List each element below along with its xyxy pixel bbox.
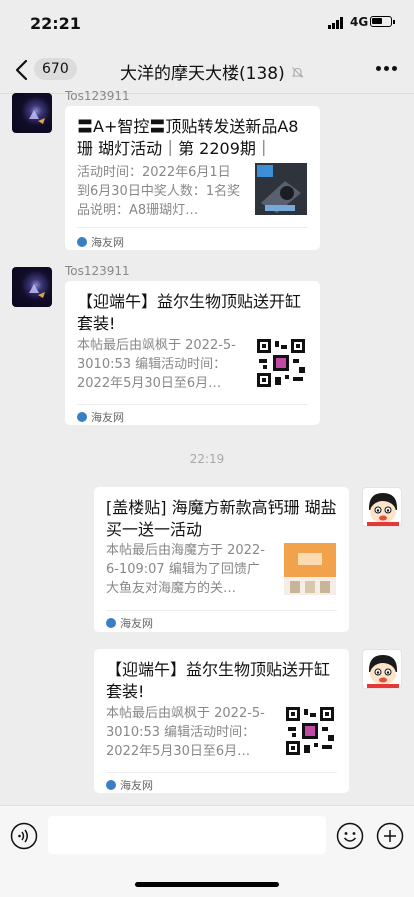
header-divider (0, 93, 414, 94)
link-card[interactable]: 【迎端午】益尔生物顶贴送开缸套装! 本帖最后由飒枫于 2022-5-3010:5… (65, 281, 320, 425)
chat-header: 670 大洋的摩天大楼(138) (0, 46, 414, 94)
card-title: 【迎端午】益尔生物顶贴送开缸套装! (77, 292, 302, 333)
sender-name: Tos123911 (65, 89, 130, 103)
chat-title: 大洋的摩天大楼(138) (120, 64, 285, 84)
qr-code-thumbnail (255, 337, 307, 389)
card-description: 本帖最后由飒枫于 2022-5-3010:53 编辑活动时间：2022年5月30… (106, 706, 265, 759)
emoji-icon[interactable] (336, 822, 364, 854)
card-source: 海友网 (77, 234, 124, 250)
link-card[interactable]: 【迎端午】益尔生物顶贴送开缸套装! 本帖最后由飒枫于 2022-5-3010:5… (94, 649, 349, 793)
plus-icon[interactable] (376, 822, 404, 854)
network-type: 4G (350, 15, 369, 29)
signal-icon (328, 17, 346, 29)
my-avatar[interactable] (362, 649, 402, 689)
chat-timestamp: 22:19 (189, 452, 225, 466)
card-title: [盖楼贴] 海魔方新款高钙珊 瑚盐买一送一活动 (106, 498, 337, 539)
status-bar: 22:21 4G (0, 0, 414, 46)
card-thumbnail (255, 163, 307, 215)
link-card[interactable]: 〓A+智控〓顶贴转发送新品A8珊 瑚灯活动｜第 2209期｜ 活动时间：2022… (65, 106, 320, 250)
sender-name: Tos123911 (65, 264, 130, 278)
sender-avatar[interactable] (12, 93, 52, 133)
status-time: 22:21 (30, 14, 81, 33)
back-chevron-icon[interactable] (12, 58, 34, 82)
my-avatar[interactable] (362, 487, 402, 527)
voice-icon[interactable] (10, 822, 38, 854)
site-logo-icon (77, 237, 87, 247)
card-thumbnail (284, 543, 336, 595)
card-source: 海友网 (77, 409, 124, 425)
more-dots-icon[interactable] (376, 66, 398, 72)
card-source: 海友网 (106, 615, 153, 631)
card-description: 活动时间：2022年6月1日到6月30日中奖人数：1名奖品说明：A8珊瑚灯… (77, 165, 241, 218)
card-title: 〓A+智控〓顶贴转发送新品A8珊 瑚灯活动｜第 2209期｜ (77, 117, 299, 158)
site-logo-icon (77, 412, 87, 422)
qr-code-thumbnail (284, 705, 336, 757)
home-indicator (135, 882, 279, 887)
sender-avatar[interactable] (12, 267, 52, 307)
site-logo-icon (106, 618, 116, 628)
card-title: 【迎端午】益尔生物顶贴送开缸套装! (106, 660, 331, 701)
message-input[interactable] (48, 816, 326, 854)
link-card[interactable]: [盖楼贴] 海魔方新款高钙珊 瑚盐买一送一活动 本帖最后由海魔方于 2022-6… (94, 487, 349, 632)
mute-bell-icon (291, 64, 304, 83)
card-source: 海友网 (106, 777, 153, 793)
card-description: 本帖最后由飒枫于 2022-5-3010:53 编辑活动时间：2022年5月30… (77, 338, 236, 391)
card-description: 本帖最后由海魔方于 2022-6-109:07 编辑为了回馈广大鱼友对海魔方的关… (106, 543, 265, 596)
site-logo-icon (106, 780, 116, 790)
battery-icon (370, 16, 395, 27)
unread-count-badge[interactable]: 670 (34, 58, 77, 80)
